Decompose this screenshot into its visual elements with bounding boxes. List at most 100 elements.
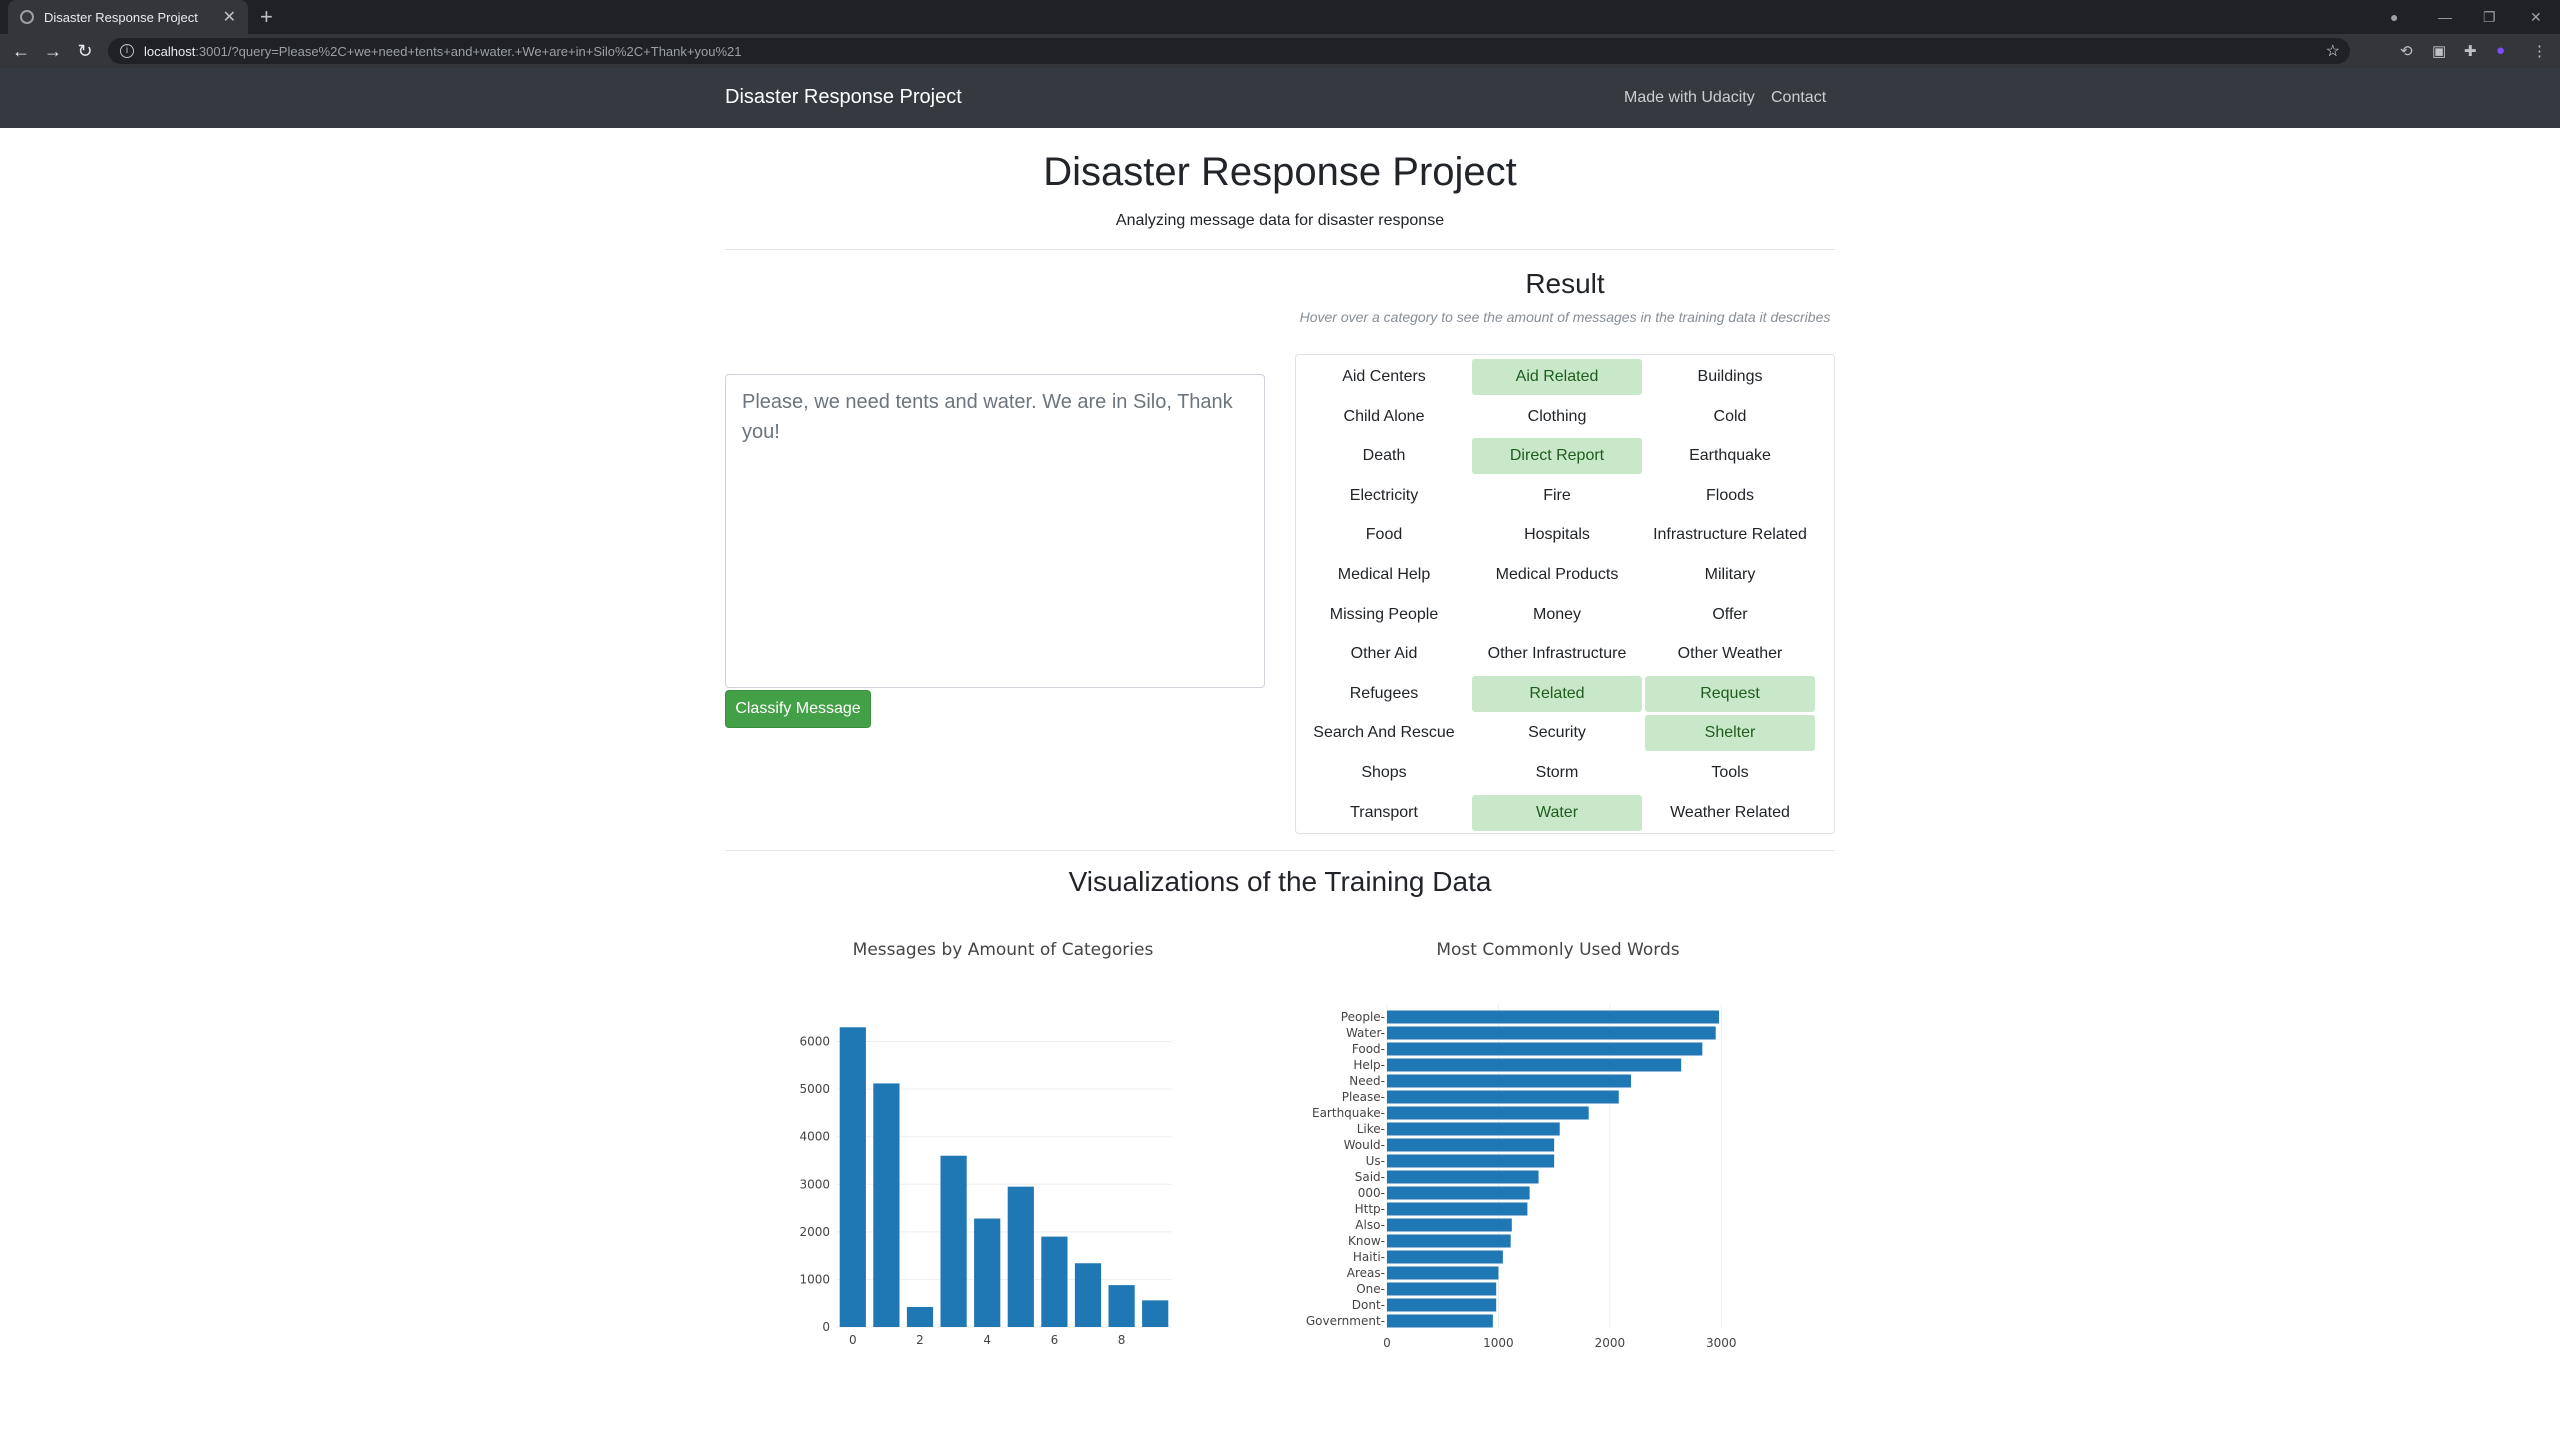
visualizations-title: Visualizations of the Training Data [1068,866,1492,897]
category-infrastructure-related[interactable]: Infrastructure Related [1645,517,1815,553]
nav-link-contact[interactable]: Contact [1771,89,1826,107]
bar [1387,1282,1497,1296]
category-death[interactable]: Death [1299,438,1469,474]
bar [1387,1218,1512,1232]
y-tick-label: Earthquake- [1312,1106,1385,1120]
bar [1387,1122,1560,1136]
category-cold[interactable]: Cold [1645,399,1815,435]
navbar-brand[interactable]: Disaster Response Project [725,86,962,109]
categories-bar-chart[interactable]: 0 1000 2000 3000 4000 5000 6000 0 2 4 6 8 [780,990,1200,1350]
category-fire[interactable]: Fire [1472,478,1642,514]
media-icon[interactable]: ▣ [2432,42,2446,60]
bar [940,1155,967,1327]
y-tick-label: 000- [1358,1186,1385,1200]
category-aid-related[interactable]: Aid Related [1472,359,1642,395]
bar [1387,1298,1497,1312]
category-food[interactable]: Food [1299,517,1469,553]
bar [1387,1250,1503,1264]
x-tick-label: 1000 [1483,1336,1514,1350]
category-transport[interactable]: Transport [1299,795,1469,831]
page-subtitle: Analyzing message data for disaster resp… [1115,212,1445,229]
y-tick-label: Water- [1346,1026,1385,1040]
category-refugees[interactable]: Refugees [1299,676,1469,712]
bar [1387,1010,1720,1024]
category-search-and-rescue[interactable]: Search And Rescue [1299,715,1469,751]
category-aid-centers[interactable]: Aid Centers [1299,359,1469,395]
category-medical-help[interactable]: Medical Help [1299,557,1469,593]
category-missing-people[interactable]: Missing People [1299,597,1469,633]
category-request[interactable]: Request [1645,675,1815,712]
menu-icon[interactable]: ⋮ [2532,42,2547,60]
category-money[interactable]: Money [1472,597,1642,633]
globe-icon [20,10,34,24]
category-electricity[interactable]: Electricity [1299,478,1469,514]
browser-tab[interactable]: Disaster Response Project ✕ [8,0,248,34]
bar [1387,1186,1530,1200]
page-title: Disaster Response Project [1043,150,1517,194]
site-navbar: Disaster Response Project Made with Udac… [0,68,2560,128]
bar [1387,1106,1589,1120]
y-tick-label: 2000 [799,1225,830,1239]
bar [1387,1314,1493,1328]
category-weather-related[interactable]: Weather Related [1645,795,1815,831]
tab-title: Disaster Response Project [44,9,198,25]
y-tick-label: 6000 [799,1035,830,1049]
category-security[interactable]: Security [1472,715,1642,751]
y-tick-label: 1000 [799,1272,830,1286]
category-buildings[interactable]: Buildings [1645,359,1815,395]
y-tick-label: One- [1356,1282,1385,1296]
back-icon[interactable]: ← [9,39,33,63]
category-tools[interactable]: Tools [1645,755,1815,791]
category-hospitals[interactable]: Hospitals [1472,517,1642,553]
minimize-icon[interactable]: — [2438,0,2452,34]
category-offer[interactable]: Offer [1645,597,1815,633]
category-shops[interactable]: Shops [1299,755,1469,791]
extensions-icon[interactable]: ✚ [2464,42,2477,60]
y-tick-label: Help- [1353,1058,1385,1072]
close-tab-icon[interactable]: ✕ [223,7,236,27]
y-tick-label: Also- [1355,1218,1385,1232]
site-info-icon[interactable]: i [120,44,134,58]
reload-icon[interactable]: ↻ [73,39,97,63]
category-other-infrastructure[interactable]: Other Infrastructure [1472,636,1642,672]
restore-icon[interactable]: ❐ [2483,0,2496,34]
category-medical-products[interactable]: Medical Products [1472,557,1642,593]
nav-link-udacity[interactable]: Made with Udacity [1624,89,1755,107]
x-tick-label: 3000 [1706,1336,1737,1350]
category-shelter[interactable]: Shelter [1645,715,1815,752]
x-tick-label: 0 [1383,1336,1391,1350]
bookmark-star-icon[interactable]: ☆ [2326,41,2340,61]
x-tick-label: 8 [1118,1333,1126,1347]
url-host: localhost [144,43,196,59]
profile-icon[interactable]: ● [2390,0,2398,34]
words-bar-chart[interactable]: 0 1000 2000 3000 People- Water- Food- Help- Need… [1280,990,1760,1350]
category-storm[interactable]: Storm [1472,755,1642,791]
bar [1387,1074,1632,1088]
y-tick-label: Government- [1306,1314,1385,1328]
url-path: :3001/?query=Please%2C+we+need+tents+and… [195,43,742,59]
bar [1387,1042,1703,1056]
category-other-weather[interactable]: Other Weather [1645,636,1815,672]
close-window-icon[interactable]: ✕ [2530,0,2542,34]
result-title: Result [1525,268,1605,299]
forward-icon[interactable]: → [41,39,65,63]
bar [1387,1170,1539,1184]
address-bar[interactable]: i localhost :3001/?query=Please%2C+we+ne… [108,38,2350,64]
category-earthquake[interactable]: Earthquake [1645,438,1815,474]
category-floods[interactable]: Floods [1645,478,1815,514]
category-water[interactable]: Water [1472,794,1642,831]
category-military[interactable]: Military [1645,557,1815,593]
history-icon[interactable]: ⟲ [2400,42,2413,60]
category-other-aid[interactable]: Other Aid [1299,636,1469,672]
avatar[interactable]: ● [2496,42,2505,59]
bar [1387,1090,1619,1104]
category-clothing[interactable]: Clothing [1472,399,1642,435]
category-direct-report[interactable]: Direct Report [1472,438,1642,475]
category-related[interactable]: Related [1472,675,1642,712]
new-tab-icon[interactable]: + [260,4,273,30]
bar [1387,1058,1682,1072]
category-child-alone[interactable]: Child Alone [1299,399,1469,435]
classify-message-button[interactable]: Classify Message [725,690,871,728]
message-input[interactable]: Please, we need tents and water. We are … [725,374,1265,688]
y-tick-label: Haiti- [1353,1250,1385,1264]
